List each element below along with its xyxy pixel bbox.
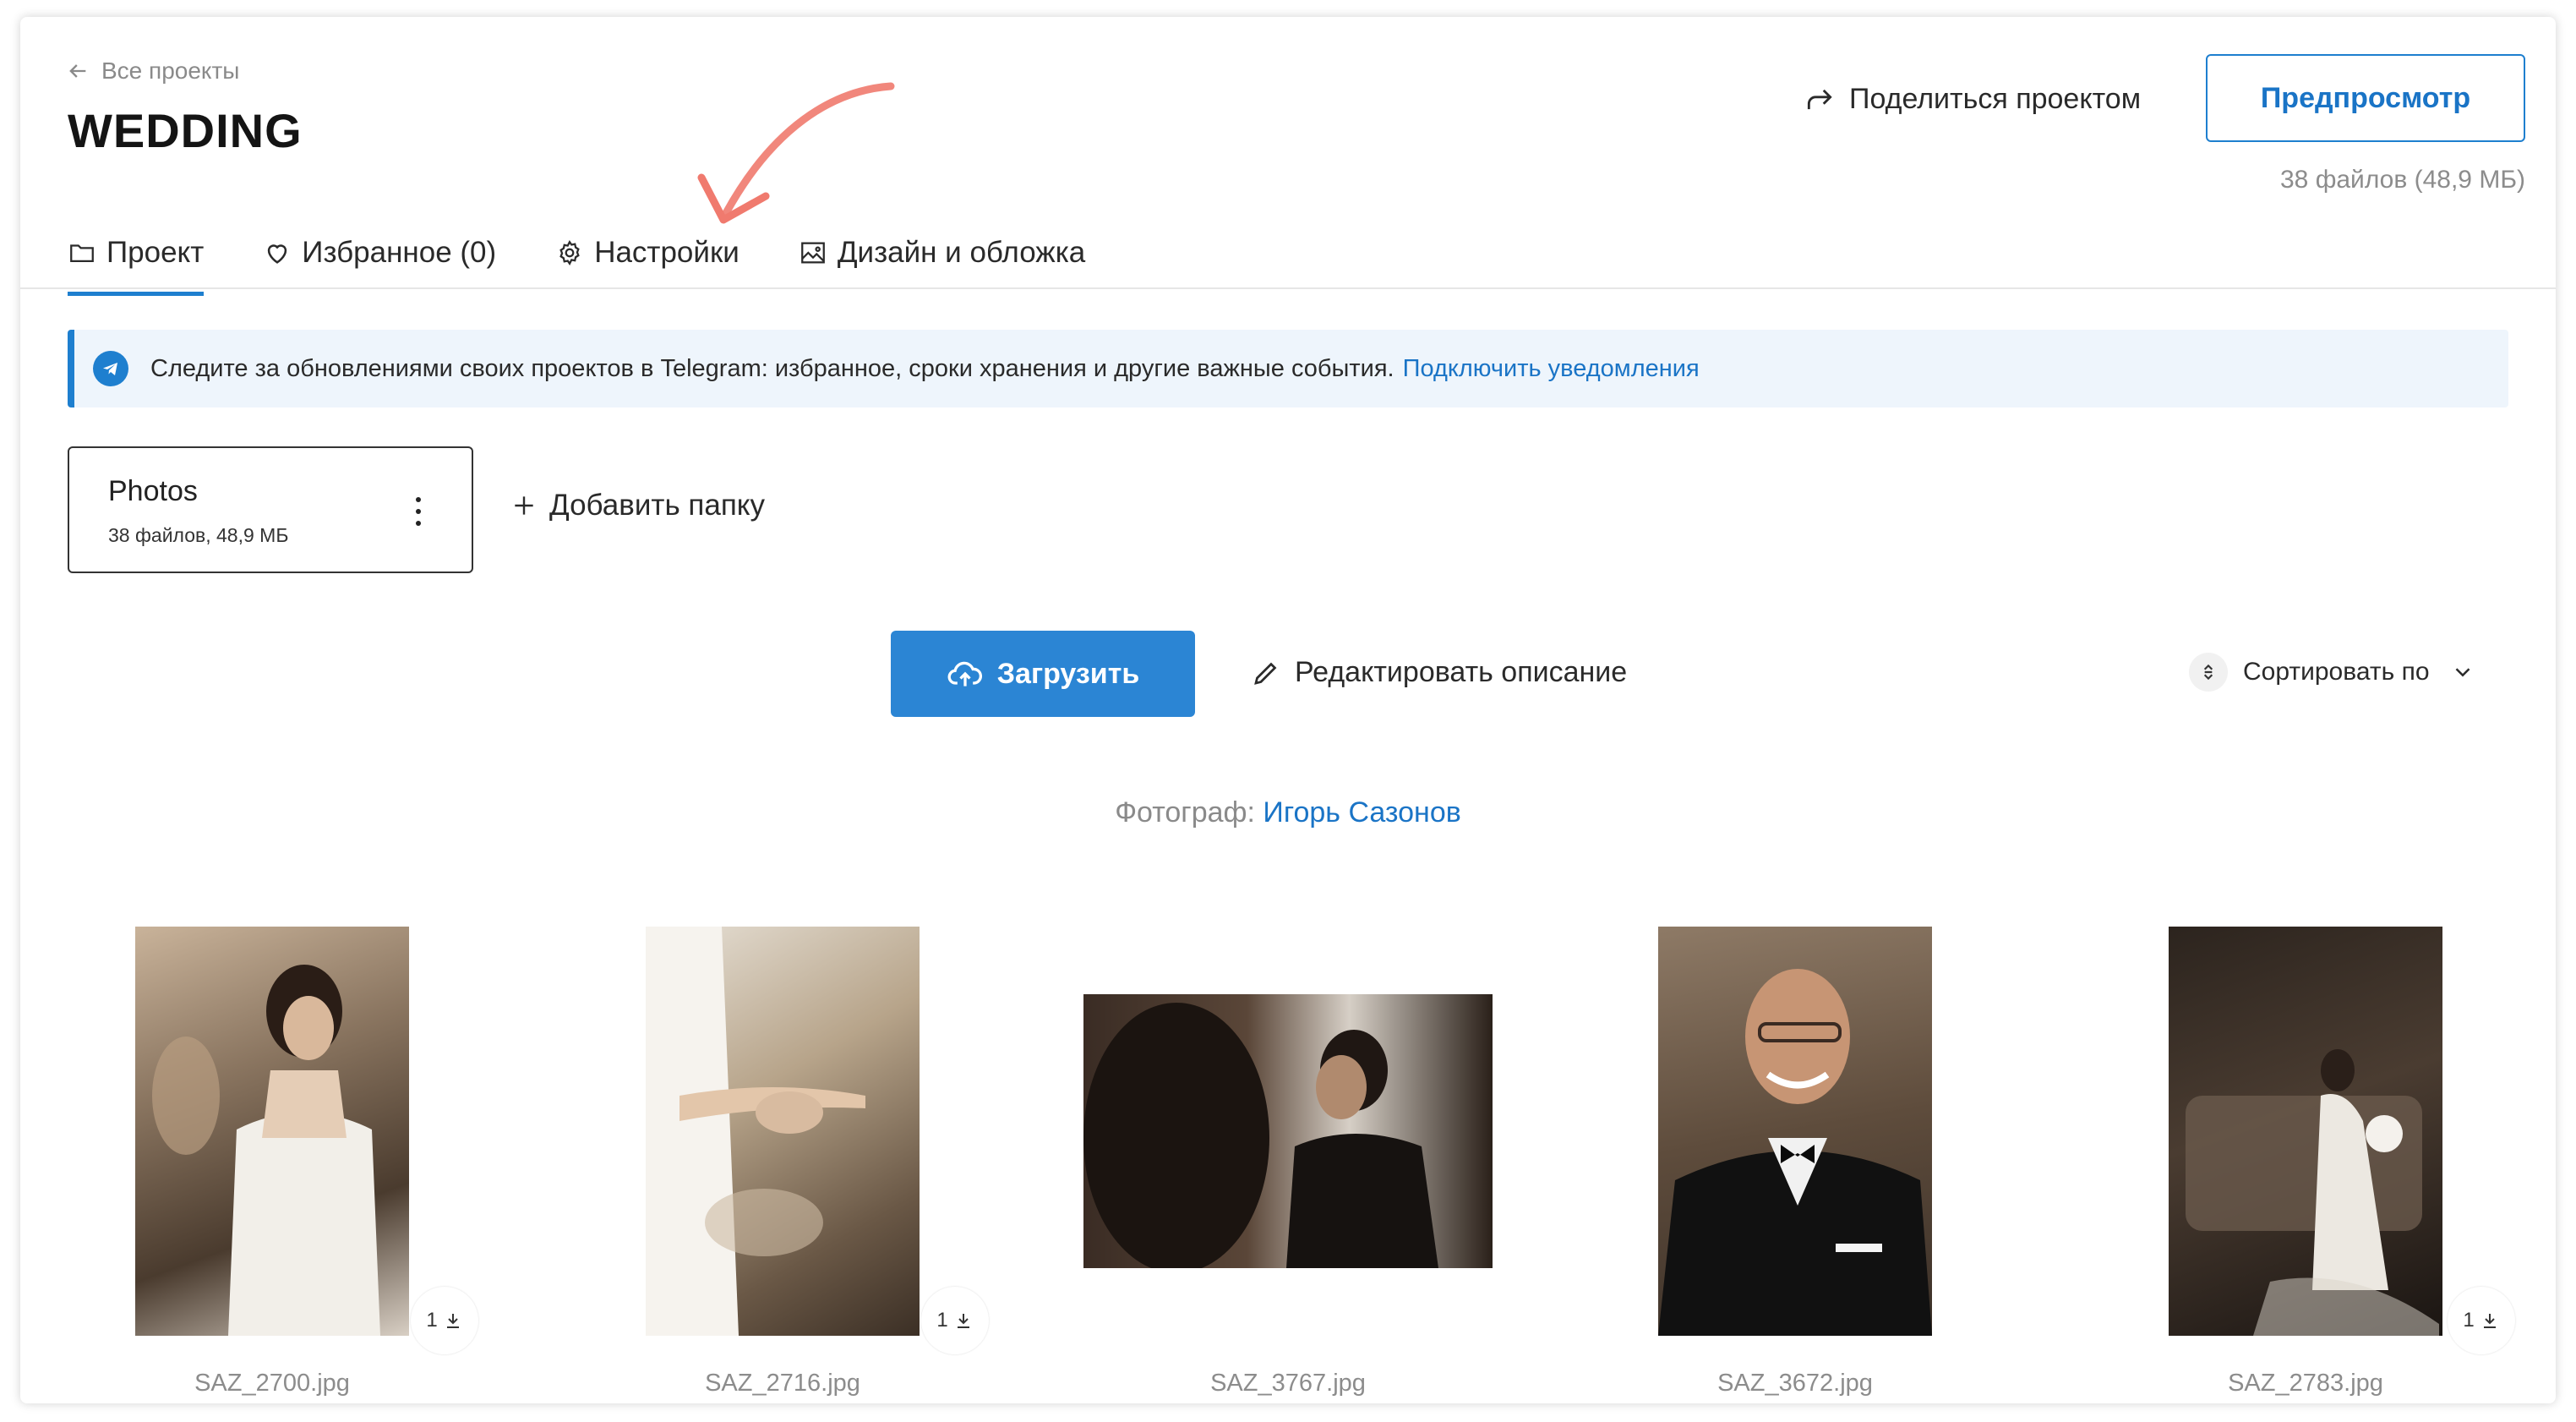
- telegram-icon: [93, 351, 128, 386]
- tab-label: Избранное (0): [302, 236, 497, 269]
- back-to-projects-link[interactable]: Все проекты: [66, 57, 239, 85]
- upload-button[interactable]: Загрузить: [891, 631, 1195, 717]
- add-folder-label: Добавить папку: [549, 489, 765, 522]
- download-count: 1: [936, 1309, 948, 1332]
- tab-settings[interactable]: Настройки: [555, 216, 740, 289]
- add-folder-button[interactable]: Добавить папку: [510, 489, 765, 522]
- download-count-badge[interactable]: 1: [921, 1287, 989, 1354]
- folder-more-icon[interactable]: [414, 497, 423, 526]
- download-icon: [2483, 1314, 2496, 1328]
- banner-text: Следите за обновлениями своих проектов в…: [150, 354, 1394, 382]
- photo-filename: SAZ_3767.jpg: [1210, 1370, 1366, 1397]
- telegram-banner: Следите за обновлениями своих проектов в…: [68, 330, 2508, 407]
- bride-photo: [152, 965, 380, 1336]
- photographer-prefix: Фотограф:: [1115, 796, 1255, 829]
- project-page: Все проекты WEDDING Поделиться проектом …: [20, 17, 2556, 1403]
- sort-dropdown[interactable]: Сортировать по: [2189, 653, 2475, 692]
- tab-label: Проект: [106, 236, 205, 269]
- heart-icon: [268, 244, 287, 264]
- back-link-label: Все проекты: [101, 57, 240, 84]
- project-tabs: Проект Избранное (0) Настройки Дизайн и …: [68, 216, 1085, 296]
- gear-icon: [559, 240, 580, 265]
- tab-favorites[interactable]: Избранное (0): [263, 216, 496, 289]
- photographer-credit: Фотограф: Игорь Сазонов: [20, 796, 2556, 829]
- wrist-photo: [646, 927, 865, 1336]
- tab-label: Дизайн и обложка: [837, 236, 1086, 269]
- upload-label: Загрузить: [996, 657, 1140, 690]
- photo-thumbnail[interactable]: [135, 927, 409, 1336]
- photo-filename: SAZ_3672.jpg: [1717, 1370, 1873, 1397]
- photo-thumbnail[interactable]: [1658, 927, 1932, 1336]
- couple-photo: [1083, 1003, 1438, 1268]
- tab-project[interactable]: Проект: [68, 216, 205, 296]
- sort-icon: [2189, 653, 2228, 692]
- photo-filename: SAZ_2716.jpg: [705, 1370, 860, 1397]
- photo-thumbnail[interactable]: [646, 927, 920, 1336]
- edit-description-button[interactable]: Редактировать описание: [1251, 656, 1627, 689]
- share-label: Поделиться проектом: [1849, 83, 2142, 115]
- download-count: 1: [426, 1309, 438, 1332]
- photo-filename: SAZ_2783.jpg: [2228, 1370, 2383, 1397]
- annotation-arrow-icon: [697, 82, 895, 224]
- connect-notifications-link[interactable]: Подключить уведомления: [1403, 355, 1700, 383]
- tab-label: Настройки: [594, 236, 740, 269]
- folder-card[interactable]: Photos 38 файлов, 48,9 МБ: [68, 446, 473, 573]
- download-icon: [446, 1314, 459, 1328]
- download-icon: [957, 1314, 969, 1328]
- tab-design[interactable]: Дизайн и обложка: [799, 216, 1085, 289]
- arrow-left-icon: [69, 64, 86, 78]
- download-count-badge[interactable]: 1: [411, 1287, 478, 1354]
- preview-button[interactable]: Предпросмотр: [2206, 54, 2525, 142]
- folder-meta: 38 файлов, 48,9 МБ: [108, 524, 289, 546]
- folder-name: Photos: [108, 475, 198, 507]
- sort-label: Сортировать по: [2243, 658, 2430, 686]
- share-icon: [1807, 89, 1832, 109]
- cloud-upload-icon: [947, 661, 982, 686]
- pencil-icon: [1254, 662, 1277, 685]
- photo-thumbnail[interactable]: [2169, 927, 2442, 1336]
- bride-seated-photo: [2186, 1049, 2439, 1336]
- groom-photo: [1658, 969, 1932, 1336]
- download-count: 1: [2463, 1309, 2475, 1332]
- edit-description-label: Редактировать описание: [1295, 656, 1628, 688]
- project-title: WEDDING: [68, 104, 303, 157]
- photographer-link[interactable]: Игорь Сазонов: [1263, 796, 1460, 829]
- tabs-divider: [20, 287, 2556, 289]
- photo-thumbnail[interactable]: [1083, 994, 1493, 1268]
- folder-icon: [70, 244, 94, 263]
- plus-icon: [515, 496, 533, 515]
- photo-filename: SAZ_2700.jpg: [194, 1370, 350, 1397]
- share-project-button[interactable]: Поделиться проектом: [1804, 83, 2141, 116]
- download-count-badge[interactable]: 1: [2448, 1287, 2515, 1354]
- chevron-down-icon: [2455, 668, 2470, 677]
- files-summary: 38 файлов (48,9 МБ): [2279, 166, 2525, 194]
- image-icon: [800, 242, 825, 264]
